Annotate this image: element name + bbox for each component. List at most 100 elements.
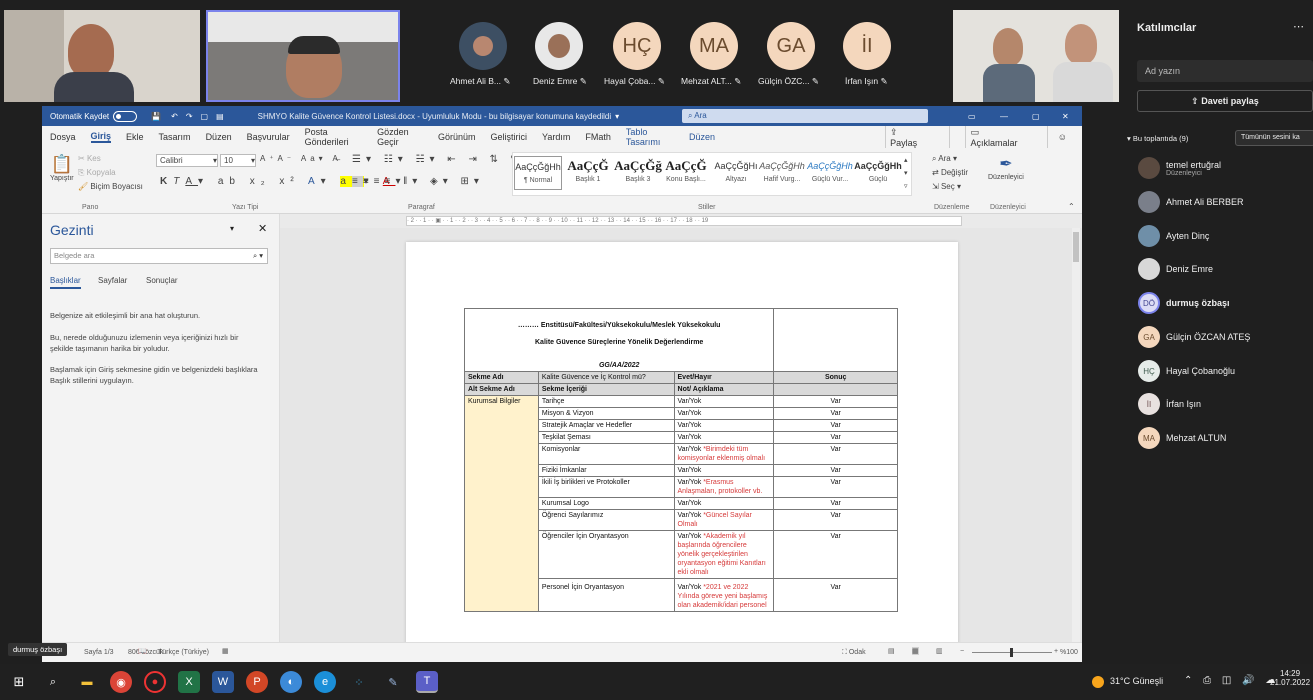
share-button[interactable]: ⇪ Paylaş <box>885 124 951 150</box>
more-options-icon[interactable]: ⋯ <box>1293 20 1304 33</box>
styles-scroll-icon[interactable]: ▴ ▾ ▿ <box>904 154 908 193</box>
nav-tab-pages[interactable]: Sayfalar <box>98 276 127 285</box>
web-layout-icon[interactable]: ▥ <box>936 647 943 655</box>
zoom-in-icon[interactable]: + <box>1054 648 1058 655</box>
word-icon[interactable]: W <box>212 671 234 693</box>
participant-row-durmus[interactable]: DÖ durmuş özbaşı <box>1138 289 1230 317</box>
weather-text[interactable]: 31°C Güneşli <box>1110 676 1163 686</box>
participant-row-irfan[interactable]: İI İrfan Işın <box>1138 390 1201 418</box>
read-mode-icon[interactable]: ▤ <box>888 647 895 655</box>
attendee-avatar-3[interactable]: HÇ <box>613 22 661 70</box>
file-explorer-icon[interactable]: ▬ <box>76 671 98 693</box>
new-document-icon[interactable]: ▢ <box>201 112 209 121</box>
copy-button[interactable]: ⎘ Kopyala <box>78 168 116 178</box>
list-buttons[interactable]: ☰▾ ☷▾ ☵▾ ⇤ ⇥ ⇅ ¶ <box>352 154 521 165</box>
style-strong[interactable]: AaÇçĞğHh Güçlü <box>854 156 902 190</box>
status-page[interactable]: Sayfa 1/3 <box>84 649 114 656</box>
attendee-avatar-4[interactable]: MA <box>690 22 738 70</box>
participant-search-input[interactable]: Ad yazın <box>1137 60 1313 82</box>
recorder-icon[interactable]: ● <box>144 671 166 693</box>
edge-icon[interactable]: e <box>314 671 336 693</box>
windows-start-icon[interactable]: ⊞ <box>8 671 30 693</box>
clock[interactable]: 14:29 21.07.2022 <box>1270 669 1310 687</box>
tab-basvurular[interactable]: Başvurular <box>247 132 290 142</box>
powerpoint-icon[interactable]: P <box>246 671 268 693</box>
tab-tasarim[interactable]: Tasarım <box>159 132 191 142</box>
print-layout-icon[interactable]: ▦ <box>912 647 919 655</box>
tab-gorunum[interactable]: Görünüm <box>438 132 476 142</box>
participant-row-ayten[interactable]: Ayten Dinç <box>1138 222 1209 250</box>
tab-duzen[interactable]: Düzen <box>206 132 232 142</box>
search-icon[interactable]: ⌕ <box>42 671 64 693</box>
cut-button[interactable]: ✂ Kes <box>78 154 101 163</box>
video-tile-1[interactable] <box>4 10 200 102</box>
align-buttons[interactable]: ≡≡≡≡ ‖▾ ◈▾ ⊞▾ <box>352 176 484 187</box>
system-tray-icons[interactable]: ⌃ ⎙ ◫ 🔊 ☁ <box>1184 675 1279 686</box>
emoji-feedback-icon[interactable]: ☺ <box>1058 132 1067 142</box>
tab-giris[interactable]: Giriş <box>90 131 112 143</box>
participant-row-temel[interactable]: temel ertuğral Düzenleyici <box>1138 154 1221 182</box>
proofing-icon[interactable]: 📖 <box>138 647 147 655</box>
vpn-icon[interactable]: ◐ <box>280 671 302 693</box>
zoom-out-icon[interactable]: − <box>960 648 964 655</box>
comments-button[interactable]: ▭ Açıklamalar <box>965 124 1048 150</box>
redo-icon[interactable]: ↷ <box>186 112 193 121</box>
tab-tablo-duzen[interactable]: Düzen <box>689 132 715 142</box>
tab-tablo-tasarimi[interactable]: Tablo Tasarımı <box>626 127 674 147</box>
font-size-controls[interactable]: A⁺A⁻ Aa▾ A̶ <box>260 154 342 163</box>
participant-row-ahmet[interactable]: Ahmet Ali BERBER <box>1138 188 1244 216</box>
font-size-select[interactable]: 10 ▾ <box>220 154 256 167</box>
zoom-slider[interactable] <box>972 648 1052 657</box>
close-icon[interactable]: ✕ <box>1062 112 1069 121</box>
style-intense-emphasis[interactable]: AaÇçĞğHh Güçlü Vur... <box>806 156 854 190</box>
collapse-ribbon-icon[interactable]: ⌃ <box>1068 202 1075 211</box>
participant-row-mehzat[interactable]: MA Mehzat ALTUN <box>1138 424 1226 452</box>
nav-tab-headings[interactable]: Başlıklar <box>50 276 81 289</box>
participant-row-hayal[interactable]: HÇ Hayal Çobanoğlu <box>1138 357 1235 385</box>
style-subtitle[interactable]: AaÇçĞğHı Altyazı <box>712 156 760 190</box>
teams-icon[interactable]: T <box>416 671 438 693</box>
document-page[interactable]: ……… Enstitüsü/Fakültesi/Yüksekokulu/Mesl… <box>406 242 958 652</box>
accessibility-icon[interactable]: ▦ <box>222 647 229 655</box>
zoom-level[interactable]: %100 <box>1060 649 1078 656</box>
in-meeting-section[interactable]: ▾ Bu toplantıda (9) <box>1127 134 1188 143</box>
autosave-toggle[interactable] <box>113 110 138 122</box>
tab-gelistirici[interactable]: Geliştirici <box>490 132 527 142</box>
tab-fmath[interactable]: FMath <box>585 132 611 142</box>
excel-icon[interactable]: X <box>178 671 200 693</box>
editor-button[interactable]: ✒ Düzenleyici <box>988 154 1024 181</box>
video-tile-active-speaker[interactable] <box>206 10 400 102</box>
tab-dosya[interactable]: Dosya <box>50 132 76 142</box>
paste-button[interactable]: 📋 Yapıştır <box>50 154 74 182</box>
print-preview-icon[interactable]: ▤ <box>216 112 224 121</box>
save-icon[interactable]: 💾 <box>151 112 161 121</box>
maximize-icon[interactable]: ▢ <box>1032 112 1040 121</box>
share-invite-button[interactable]: ⇪ Daveti paylaş <box>1137 90 1313 112</box>
nav-close-icon[interactable]: ✕ <box>258 222 267 235</box>
tab-gozden-gecir[interactable]: Gözden Geçir <box>377 127 423 147</box>
app-grid-icon[interactable]: ⁘ <box>348 671 370 693</box>
table-row[interactable]: Kurumsal Bilgiler Tarihçe Var/Yok Var <box>464 395 898 612</box>
notepad-icon[interactable]: ✎ <box>382 671 404 693</box>
tab-ekle[interactable]: Ekle <box>126 132 144 142</box>
focus-button[interactable]: ⛶ Odak <box>842 649 866 657</box>
attendee-avatar-2[interactable] <box>535 22 583 70</box>
title-dropdown-icon[interactable]: ▾ <box>615 112 619 121</box>
attendee-avatar-5[interactable]: GA <box>767 22 815 70</box>
vertical-scrollbar[interactable] <box>1072 228 1080 642</box>
font-name-select[interactable]: Calibri ▾ <box>156 154 218 167</box>
format-painter-button[interactable]: 🖌 Biçim Boyacısı <box>78 182 143 191</box>
participant-row-deniz[interactable]: Deniz Emre <box>1138 255 1213 283</box>
nav-search-input[interactable]: Belgede ara ⌕ ▾ <box>50 248 268 264</box>
style-heading3[interactable]: AaÇçĞğ Başlık 3 <box>614 156 662 190</box>
mute-all-button[interactable]: Tümünün sesini ka <box>1235 130 1313 146</box>
tab-posta[interactable]: Posta Gönderileri <box>305 127 362 147</box>
attendee-avatar-6[interactable]: İI <box>843 22 891 70</box>
participant-row-gulcin[interactable]: GA Gülçin ÖZCAN ATEŞ <box>1138 323 1250 351</box>
status-language[interactable]: Türkçe (Türkiye) <box>158 649 209 656</box>
attendee-avatar-1[interactable] <box>459 22 507 70</box>
tab-yardim[interactable]: Yardım <box>542 132 570 142</box>
style-subtle-emphasis[interactable]: AaÇçĞğHh Hafif Vurg... <box>758 156 806 190</box>
minimize-icon[interactable]: — <box>1000 112 1008 121</box>
nav-options-icon[interactable]: ▾ <box>230 224 234 233</box>
